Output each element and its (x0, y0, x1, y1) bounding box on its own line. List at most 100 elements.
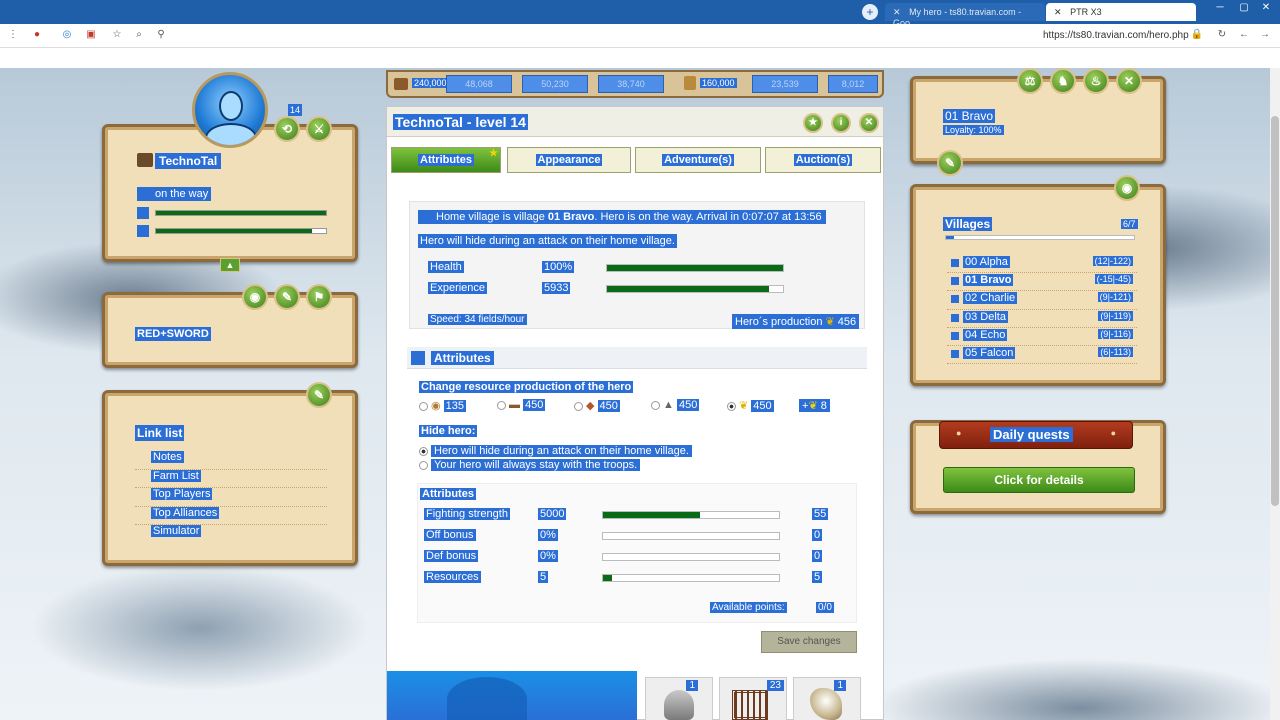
villages-eye-button[interactable]: ◉ (1114, 175, 1140, 201)
expand-icon[interactable] (411, 351, 425, 365)
radio-hide[interactable] (419, 446, 428, 456)
link-list-edit-button[interactable]: ✎ (306, 382, 332, 408)
link-top-alliances[interactable]: Top Alliances (135, 506, 327, 525)
prod-option-clay[interactable]: ◆ 450 (574, 399, 620, 412)
alliance-name[interactable]: RED+SWORD (135, 327, 211, 341)
back-icon[interactable]: ← (1237, 29, 1251, 43)
hero-settings-button[interactable]: ⚔ (306, 116, 332, 142)
tab-adventures[interactable]: Adventure(s) (635, 147, 761, 173)
village-item[interactable]: 01 Bravo (-15|-45) (947, 273, 1137, 292)
alliance-edit-button[interactable]: ✎ (274, 284, 300, 310)
hide-option-2[interactable]: Your hero will always stay with the troo… (419, 459, 641, 471)
reload-icon[interactable]: ↻ (1215, 29, 1229, 43)
village-name[interactable]: 00 Alpha (963, 256, 1010, 268)
browser-tab-ptr[interactable]: ✕ PTR X3 (1046, 3, 1196, 21)
link-farm-list[interactable]: Farm List (135, 469, 327, 488)
village-edit-button[interactable]: ✎ (937, 150, 963, 176)
hero-name[interactable]: TechnoTal (155, 153, 222, 169)
village-scales-button[interactable]: ⚖ (1017, 68, 1043, 94)
village-name[interactable]: 03 Delta (963, 310, 1008, 323)
favorite-star-button[interactable]: ★ (803, 113, 823, 133)
village-item[interactable]: 05 Falcon (6|-113) (947, 346, 1137, 365)
village-name[interactable]: 04 Echo (963, 328, 1008, 341)
iron-res-icon: ▲ (663, 399, 674, 411)
extension-square-icon[interactable]: ▣ (84, 29, 98, 43)
extension-flame-icon[interactable]: ● (30, 29, 44, 43)
village-item[interactable]: 00 Alpha (12|-122) (947, 255, 1137, 274)
village-tools-button[interactable]: ✕ (1116, 68, 1142, 94)
prod-option-crop[interactable]: ❦ 450 (727, 399, 774, 412)
radio-iron[interactable] (651, 400, 660, 410)
village-item[interactable]: 02 Charlie (9|-121) (947, 291, 1137, 310)
crop-icon (684, 76, 696, 90)
collapse-arrow-icon[interactable]: ▲ (220, 258, 240, 272)
village-item[interactable]: 04 Echo (9|-116) (947, 328, 1137, 346)
save-changes-button[interactable]: Save changes (761, 631, 857, 653)
village-name[interactable]: 02 Charlie (963, 292, 1018, 305)
scrollbar-thumb[interactable] (1271, 116, 1279, 506)
inventory-slot-1[interactable]: 1 (645, 677, 713, 720)
address-bar[interactable]: https://ts80.travian.com/hero.php (1043, 30, 1189, 41)
close-tab-icon[interactable]: ✕ (893, 7, 901, 17)
page-scrollbar[interactable] (1270, 68, 1280, 720)
tab-auctions[interactable]: Auction(s) (765, 147, 881, 173)
close-window-icon[interactable]: ✕ (1258, 2, 1274, 16)
forward-icon[interactable]: → (1258, 29, 1272, 43)
radio-clay[interactable] (574, 401, 583, 411)
radio-all[interactable] (419, 401, 428, 411)
extension-circle-icon[interactable]: ◎ (60, 29, 74, 43)
radio-stay[interactable] (419, 460, 428, 470)
attribute-points[interactable]: 0 (812, 529, 823, 541)
new-tab-icon[interactable]: + (862, 4, 878, 20)
attribute-points[interactable]: 0 (812, 550, 823, 562)
maximize-icon[interactable]: ▢ (1236, 2, 1252, 16)
hero-exp-bar (155, 228, 327, 234)
bookmark-star-icon[interactable]: ☆ (110, 29, 124, 43)
hero-avatar[interactable] (192, 72, 268, 148)
village-hero-button[interactable]: ♞ (1050, 68, 1076, 94)
prod-option-iron[interactable]: ▲ 450 (651, 399, 700, 411)
hide-option-1[interactable]: Hero will hide during an attack on their… (419, 445, 692, 457)
attributes-header[interactable]: Attributes (407, 347, 867, 369)
close-button[interactable]: ✕ (859, 113, 879, 133)
alliance-eye-button[interactable]: ◉ (242, 284, 268, 310)
attributes-section: Attributes Change resource production of… (407, 347, 867, 627)
link-simulator[interactable]: Simulator (135, 525, 327, 544)
hero-adventure-button[interactable]: ⟲ (274, 116, 300, 142)
attribute-points[interactable]: 5 (812, 571, 823, 583)
attribute-points[interactable]: 55 (812, 508, 829, 520)
prod-option-wood[interactable]: ▬ 450 (497, 399, 546, 411)
browser-tab-hero[interactable]: ✕ My hero - ts80.travian.com - Goo (885, 3, 1045, 28)
resource-box-2: 48,068 (446, 75, 512, 93)
radio-crop[interactable] (727, 401, 736, 411)
info-button[interactable]: i (831, 113, 851, 133)
radio-wood[interactable] (497, 400, 506, 410)
close-tab-icon[interactable]: ✕ (1054, 7, 1062, 17)
inventory-slot-3[interactable]: 1 (793, 677, 861, 720)
menu-dots-icon[interactable]: ⋮ (6, 29, 20, 43)
village-name[interactable]: 05 Falcon (963, 346, 1016, 359)
alliance-flag-button[interactable]: ⚑ (306, 284, 332, 310)
home-village-link[interactable]: 01 Bravo (548, 211, 594, 223)
prod-option-all[interactable]: ◉ 135 (419, 399, 467, 412)
click-for-details-button[interactable]: Click for details (943, 467, 1135, 493)
village-bullet-icon (951, 349, 959, 358)
attribute-bar (602, 511, 780, 519)
hide-message: Hero will hide during an attack on their… (418, 234, 677, 248)
tab-appearance[interactable]: Appearance (507, 147, 631, 173)
current-village-name[interactable]: 01 Bravo (943, 109, 996, 123)
search-icon[interactable]: ⌕ (132, 29, 146, 43)
village-item[interactable]: 03 Delta (9|-119) (947, 310, 1137, 328)
link-notes[interactable]: Notes (135, 451, 327, 470)
extension-puzzle-icon[interactable]: ⚲ (154, 29, 168, 43)
hero-image-area (387, 671, 637, 720)
village-fire-button[interactable]: ♨ (1083, 68, 1109, 94)
hero-title-bar: TechnoTal - level 14 ★ i ✕ (387, 107, 883, 137)
link-top-players[interactable]: Top Players (135, 488, 327, 507)
minimize-icon[interactable]: ─ (1212, 2, 1228, 16)
tab-attributes[interactable]: Attributes ★ (391, 147, 501, 173)
banner-rivet-icon: ● (1110, 428, 1116, 438)
inventory-slot-2[interactable]: 23 (719, 677, 787, 720)
daily-quests-title: Daily quests (990, 427, 1073, 442)
village-name[interactable]: 01 Bravo (963, 274, 1014, 287)
